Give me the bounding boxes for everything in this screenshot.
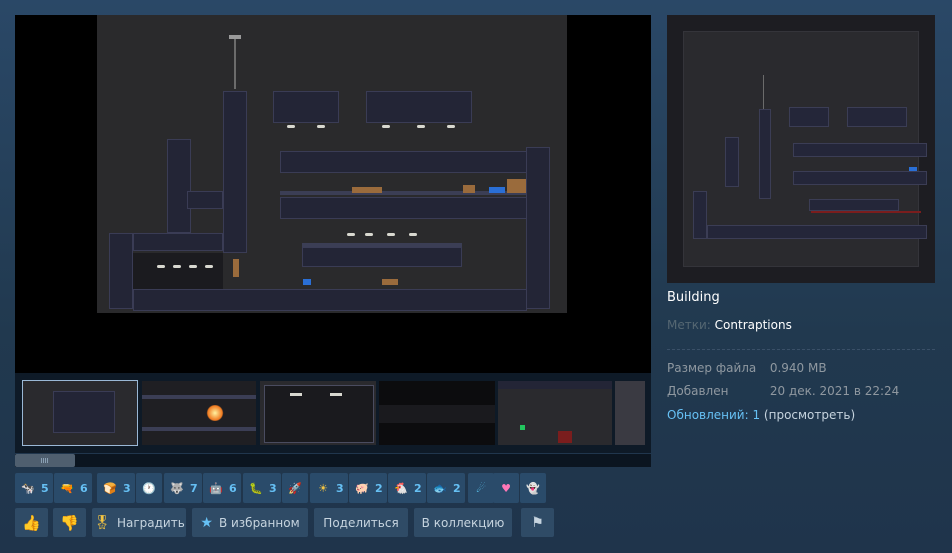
add-to-collection-button[interactable]: В коллекцию [414, 508, 512, 537]
details-divider [667, 349, 935, 350]
cow-icon: 🐄 [21, 481, 35, 495]
bread-icon: 🍞 [103, 481, 117, 495]
award-count: 2 [453, 481, 461, 495]
thumbnail-strip [15, 373, 651, 453]
bug-icon: 🐛 [249, 481, 263, 495]
share-button[interactable]: Поделиться [314, 508, 408, 537]
thumbs-down-button[interactable]: 👎 [53, 508, 86, 537]
star-icon: ★ [200, 514, 213, 531]
tags-label: Метки: [667, 318, 711, 332]
award-count: 6 [80, 481, 88, 495]
thumbnail-2[interactable] [142, 381, 256, 445]
heart-icon: ♥ [501, 481, 511, 495]
fish-icon: 🐟 [433, 481, 447, 495]
award-ribbon-icon: 🎖 [93, 514, 111, 531]
award-badge[interactable]: ♥ [493, 473, 519, 503]
award-badge[interactable]: 🐄 5 [15, 473, 53, 503]
tag-contraptions[interactable]: Contraptions [715, 318, 792, 332]
award-count: 2 [375, 481, 383, 495]
added-row: Добавлен 20 дек. 2021 в 22:24 [667, 384, 899, 398]
wolf-icon: 🐺 [170, 481, 184, 495]
bot-icon: 🤖 [209, 481, 223, 495]
thumbnail-scrollbar[interactable] [15, 454, 651, 467]
ghost-icon: 👻 [526, 481, 540, 495]
award-badge[interactable]: 🍞 3 [97, 473, 135, 503]
award-badge[interactable]: 🕐 [136, 473, 162, 503]
added-value: 20 дек. 2021 в 22:24 [769, 384, 900, 398]
chicken-icon: 🐔 [394, 481, 408, 495]
award-count: 3 [336, 481, 344, 495]
award-badge[interactable]: 🐟 2 [427, 473, 465, 503]
thumbnail-4[interactable] [379, 381, 495, 445]
updates-row: Обновлений: 1 (просмотреть) [667, 408, 855, 422]
report-button[interactable]: ⚑ [521, 508, 554, 537]
file-size-label: Размер файла [667, 361, 757, 375]
award-badge[interactable]: ☀ 3 [310, 473, 348, 503]
award-badge[interactable]: 👻 [520, 473, 546, 503]
updates-link[interactable]: Обновлений: 1 [667, 408, 760, 422]
award-badge[interactable]: 🐖 2 [349, 473, 387, 503]
award-badge[interactable]: 🐺 7 [164, 473, 202, 503]
pig-icon: 🐖 [355, 481, 369, 495]
scrollbar-grip-icon [41, 458, 49, 463]
file-size-value: 0.940 MB [769, 361, 827, 375]
thumbs-down-icon: 👎 [60, 513, 79, 532]
main-media-viewer[interactable] [15, 15, 651, 373]
thumbnail-3[interactable] [260, 381, 376, 445]
award-count: 5 [41, 481, 49, 495]
award-button[interactable]: 🎖 Наградить [92, 508, 186, 537]
comet-icon: ☄ [476, 481, 486, 495]
award-count: 3 [123, 481, 131, 495]
thumbnail-5[interactable] [498, 381, 612, 445]
award-count: 7 [190, 481, 198, 495]
favorite-button-label: В избранном [218, 515, 300, 530]
award-count: 2 [414, 481, 422, 495]
thumbs-up-button[interactable]: 👍 [15, 508, 48, 537]
file-size-row: Размер файла 0.940 MB [667, 361, 827, 375]
award-count: 3 [269, 481, 277, 495]
added-label: Добавлен [667, 384, 729, 398]
clock-icon: 🕐 [142, 481, 156, 495]
flag-icon: ⚑ [531, 514, 544, 531]
award-badge[interactable]: ☄ [468, 473, 494, 503]
thumbs-up-icon: 👍 [22, 513, 41, 532]
screenshot-scene [97, 15, 567, 313]
award-badge[interactable]: 🐔 2 [388, 473, 426, 503]
award-badge[interactable]: 🚀 [282, 473, 308, 503]
thumbnail-1[interactable] [22, 380, 138, 446]
view-updates-link[interactable]: (просмотреть) [764, 408, 855, 422]
thumbnail-6[interactable] [615, 381, 645, 445]
favorite-button[interactable]: ★ В избранном [192, 508, 308, 537]
award-badge[interactable]: 🔫 6 [54, 473, 92, 503]
award-count: 6 [229, 481, 237, 495]
tags-row: Метки: Contraptions [667, 318, 792, 332]
award-button-label: Наградить [116, 515, 185, 530]
award-badge[interactable]: 🐛 3 [243, 473, 281, 503]
item-title: Building [667, 290, 720, 305]
scrollbar-thumb[interactable] [15, 454, 75, 467]
share-button-label: Поделиться [323, 515, 399, 530]
collection-button-label: В коллекцию [421, 515, 505, 530]
gun-icon: 🔫 [60, 481, 74, 495]
rocket-icon: 🚀 [288, 481, 302, 495]
item-preview-image [667, 15, 935, 283]
sun-icon: ☀ [318, 481, 328, 495]
award-badge[interactable]: 🤖 6 [203, 473, 241, 503]
